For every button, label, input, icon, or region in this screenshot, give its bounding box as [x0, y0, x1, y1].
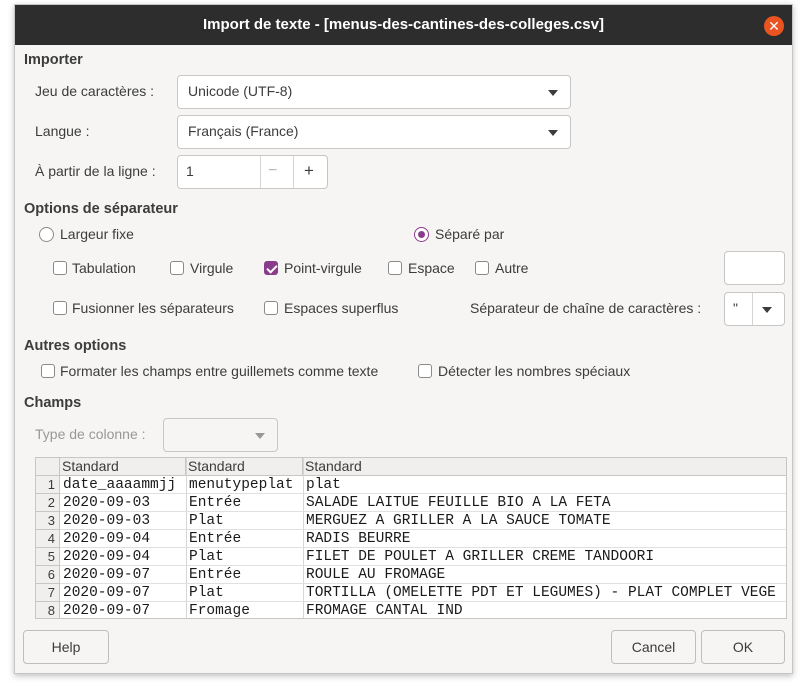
grid-cell[interactable]: MERGUEZ A GRILLER A LA SAUCE TOMATE	[305, 512, 611, 530]
window-title: Import de texte - [menus-des-cantines-de…	[203, 16, 604, 33]
grid-cell[interactable]: 2020-09-07	[62, 566, 150, 584]
grid-cell[interactable]: Plat	[188, 512, 224, 530]
comma-label[interactable]: Virgule	[190, 260, 233, 276]
row-number: 6	[36, 566, 60, 584]
column-header[interactable]: Standard	[60, 458, 186, 476]
quoted-as-text-label[interactable]: Formater les champs entre guillemets com…	[60, 363, 378, 379]
language-value: Français (France)	[188, 123, 299, 139]
space-checkbox[interactable]	[388, 261, 402, 275]
other-checkbox[interactable]	[475, 261, 489, 275]
other-options-heading: Autres options	[24, 338, 127, 354]
importer-heading: Importer	[24, 52, 83, 68]
grid-cell[interactable]: Entrée	[188, 494, 241, 512]
grid-cell[interactable]: 2020-09-07	[62, 584, 150, 602]
semicolon-checkbox[interactable]	[264, 261, 278, 275]
string-delimiter-value: "	[733, 300, 738, 316]
language-select[interactable]: Français (France)	[177, 115, 571, 149]
comma-checkbox[interactable]	[170, 261, 184, 275]
grid-cell[interactable]: RADIS BEURRE	[305, 530, 410, 548]
row-number: 1	[36, 476, 60, 494]
trim-spaces-checkbox[interactable]	[264, 301, 278, 315]
grid-cell[interactable]: 2020-09-04	[62, 548, 150, 566]
ok-button[interactable]: OK	[701, 630, 785, 664]
preview-grid[interactable]: Standard Standard Standard 1 date_aaaammj…	[35, 457, 787, 619]
trim-spaces-label[interactable]: Espaces superflus	[284, 300, 398, 316]
detect-special-checkbox[interactable]	[418, 364, 432, 378]
grid-cell[interactable]: TORTILLA (OMELETTE PDT ET LEGUMES) - PLA…	[305, 584, 776, 602]
from-row-value[interactable]: 1	[186, 163, 194, 179]
increment-button[interactable]: +	[304, 161, 314, 181]
merge-delimiters-label[interactable]: Fusionner les séparateurs	[72, 300, 234, 316]
grid-cell[interactable]: 2020-09-07	[62, 602, 150, 618]
decrement-button[interactable]: −	[268, 162, 277, 180]
row-number: 4	[36, 530, 60, 548]
chevron-down-icon	[762, 307, 772, 313]
quoted-as-text-checkbox[interactable]	[41, 364, 55, 378]
row-number: 5	[36, 548, 60, 566]
tabulation-checkbox[interactable]	[53, 261, 67, 275]
separator-heading: Options de séparateur	[24, 201, 178, 217]
import-dialog: Import de texte - [menus-des-cantines-de…	[14, 4, 793, 674]
other-label[interactable]: Autre	[495, 260, 528, 276]
row-number: 8	[36, 602, 60, 618]
separated-by-label[interactable]: Séparé par	[435, 226, 504, 242]
column-type-label: Type de colonne :	[35, 426, 146, 442]
grid-cell[interactable]: FROMAGE CANTAL IND	[305, 602, 463, 618]
grid-cell[interactable]: 2020-09-04	[62, 530, 150, 548]
fields-heading: Champs	[24, 395, 82, 411]
cancel-button[interactable]: Cancel	[611, 630, 696, 664]
chevron-down-icon	[548, 130, 558, 136]
grid-cell[interactable]: 2020-09-03	[62, 494, 150, 512]
grid-cell[interactable]: Plat	[188, 548, 224, 566]
grid-corner	[36, 458, 60, 476]
row-divider	[60, 529, 786, 530]
charset-label: Jeu de caractères :	[35, 83, 155, 99]
space-label[interactable]: Espace	[408, 260, 455, 276]
language-label: Langue :	[35, 123, 90, 139]
chevron-down-icon	[255, 433, 265, 439]
column-type-select[interactable]	[163, 418, 278, 452]
tabulation-label[interactable]: Tabulation	[72, 260, 136, 276]
grid-cell[interactable]: plat	[305, 476, 341, 494]
grid-cell[interactable]: 2020-09-03	[62, 512, 150, 530]
title-bar[interactable]: Import de texte - [menus-des-cantines-de…	[15, 5, 792, 45]
grid-cell[interactable]: Entrée	[188, 566, 241, 584]
grid-cell[interactable]: FILET DE POULET A GRILLER CREME TANDOORI	[305, 548, 654, 566]
column-header[interactable]: Standard	[186, 458, 303, 476]
chevron-down-icon	[548, 90, 558, 96]
string-delimiter-label: Séparateur de chaîne de caractères :	[470, 300, 702, 316]
charset-value: Unicode (UTF-8)	[188, 83, 293, 99]
help-button[interactable]: Help	[23, 630, 109, 664]
grid-cell[interactable]: Entrée	[188, 530, 241, 548]
row-number: 2	[36, 494, 60, 512]
fixed-width-radio[interactable]	[39, 227, 54, 242]
grid-cell[interactable]: SALADE LAITUE FEUILLE BIO A LA FETA	[305, 494, 611, 512]
detect-special-label[interactable]: Détecter les nombres spéciaux	[438, 363, 630, 379]
row-number: 3	[36, 512, 60, 530]
merge-delimiters-checkbox[interactable]	[53, 301, 67, 315]
column-header[interactable]: Standard	[303, 458, 786, 476]
charset-select[interactable]: Unicode (UTF-8)	[177, 75, 571, 109]
grid-cell[interactable]: Fromage	[188, 602, 250, 618]
grid-cell[interactable]: ROULE AU FROMAGE	[305, 566, 445, 584]
grid-cell[interactable]: menutypeplat	[188, 476, 293, 494]
grid-cell[interactable]: Plat	[188, 584, 224, 602]
fixed-width-label[interactable]: Largeur fixe	[60, 226, 134, 242]
row-number: 7	[36, 584, 60, 602]
other-separator-input[interactable]	[724, 251, 785, 285]
close-icon[interactable]: ✕	[764, 16, 784, 36]
string-delimiter-select[interactable]: "	[724, 292, 785, 326]
separated-by-radio[interactable]	[414, 227, 429, 242]
semicolon-label[interactable]: Point-virgule	[284, 260, 362, 276]
grid-cell[interactable]: date_aaaammjj	[62, 476, 176, 494]
from-row-spinner[interactable]: 1 − +	[177, 155, 328, 189]
from-row-label: À partir de la ligne :	[35, 163, 156, 179]
